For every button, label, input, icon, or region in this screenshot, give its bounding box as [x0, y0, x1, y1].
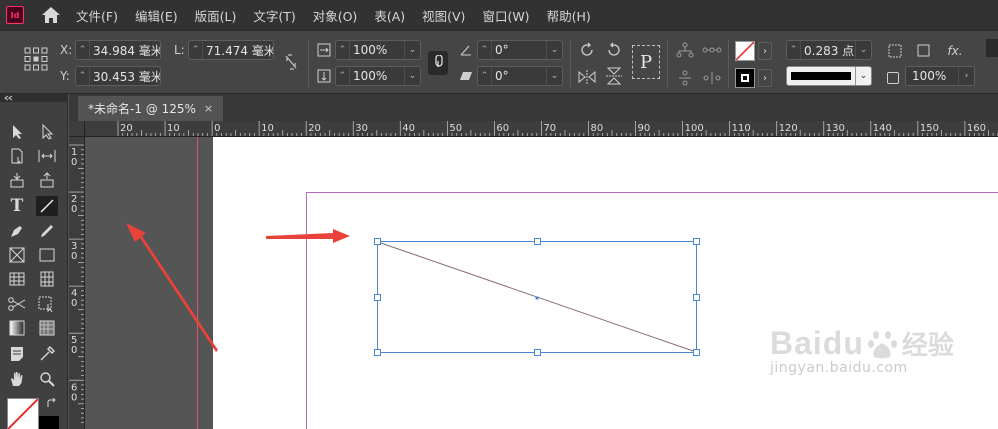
- handle-top-right: [693, 238, 700, 245]
- handle-middle-left: [374, 294, 381, 301]
- handle-middle-right: [693, 294, 700, 301]
- annotation-arrow-right: [266, 229, 350, 243]
- handle-bottom-right: [693, 349, 700, 356]
- center-point: [535, 296, 539, 300]
- baidu-watermark: Baidu 经验 jingyan.baidu.com: [770, 325, 954, 376]
- annotation-arrow-up-left: [126, 223, 218, 352]
- margin-guide: [306, 192, 998, 429]
- watermark-url: jingyan.baidu.com: [770, 360, 908, 376]
- watermark-brand: Baidu: [770, 325, 864, 361]
- indesign-window: Id 文件(F) 编辑(E) 版面(L) 文字(T) 对象(O) 表(A) 视图…: [0, 0, 998, 429]
- baidu-paw-icon: [867, 330, 897, 358]
- handle-top-left: [374, 238, 381, 245]
- handle-bottom-center: [534, 349, 541, 356]
- handle-top-center: [534, 238, 541, 245]
- handle-bottom-left: [374, 349, 381, 356]
- watermark-brand-cn: 经验: [901, 331, 954, 361]
